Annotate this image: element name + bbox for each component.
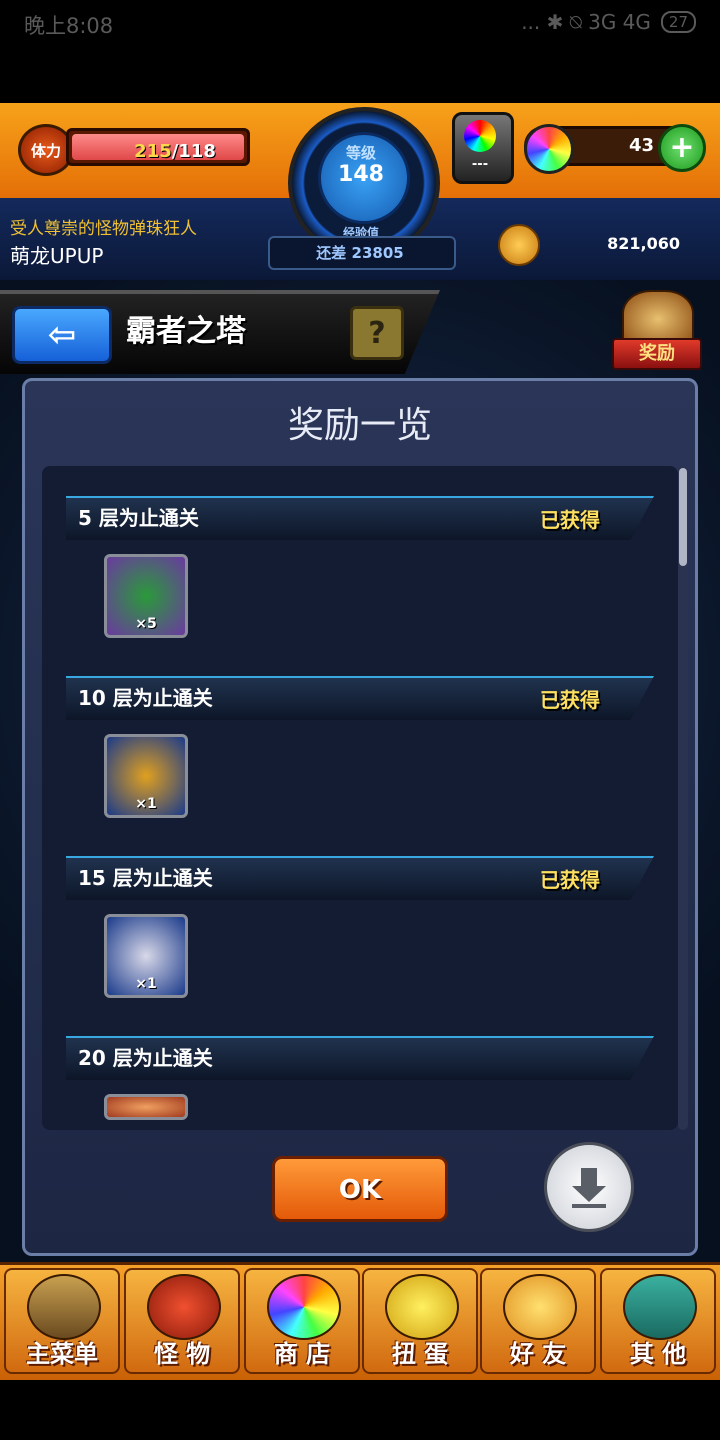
player-title: 受人尊崇的怪物弹珠狂人 [10, 219, 197, 239]
other-icon [623, 1274, 697, 1340]
main-menu-icon [27, 1274, 101, 1340]
friends-icon [503, 1274, 577, 1340]
gacha-icon [385, 1274, 459, 1340]
tab-label: 商 店 [273, 1340, 331, 1368]
reward-badge-button[interactable]: 奖励 [612, 290, 702, 372]
reward-item-icon[interactable] [104, 1094, 188, 1120]
reward-quantity: ×5 [135, 616, 157, 632]
reward-quantity: ×1 [135, 796, 157, 812]
reward-badge-label: 奖励 [612, 338, 702, 370]
orb-icon [524, 124, 574, 174]
status-bar: 晚上8:08 ... ✱ ⍉ 3G 4G 27 [0, 0, 720, 48]
player-name: 萌龙UPUP [10, 244, 104, 268]
coin-count: 821,060 [607, 234, 680, 253]
page-title: 霸者之塔 [126, 314, 246, 349]
stamina-current: 215 [134, 141, 172, 162]
level-label: 等级 [345, 144, 376, 162]
coin-icon [498, 224, 540, 266]
orb-count: 43 [628, 135, 654, 156]
rainbow-ball-icon [464, 120, 496, 152]
reward-row-label: 10 层为止通关 [78, 686, 213, 710]
scroll-thumb[interactable] [679, 468, 687, 566]
signal-indicators: ... ✱ ⍉ 3G 4G [521, 10, 651, 34]
reward-status-badge: 已获得 [540, 688, 600, 712]
system-bottom-bar [0, 1380, 720, 1440]
tab-label: 扭 蛋 [391, 1340, 449, 1368]
reward-row-label: 5 层为止通关 [78, 506, 199, 530]
back-button[interactable]: ⇦ [12, 306, 112, 364]
reward-status-badge: 已获得 [540, 508, 600, 532]
reward-row-label: 20 层为止通关 [78, 1046, 213, 1070]
reward-status-badge: 已获得 [540, 868, 600, 892]
ok-button[interactable]: OK [272, 1156, 448, 1222]
shop-icon [267, 1274, 341, 1340]
status-time: 晚上8:08 [24, 14, 114, 38]
download-arrow-icon [572, 1168, 606, 1208]
tab-label: 其 他 [629, 1340, 687, 1368]
help-button[interactable]: ? [350, 306, 404, 360]
reward-row-label: 15 层为止通关 [78, 866, 213, 890]
tab-label: 主菜单 [26, 1340, 98, 1368]
monster-icon [147, 1274, 221, 1340]
tab-label: 好 友 [509, 1340, 567, 1368]
dialog-title: 奖励一览 [287, 405, 432, 446]
battery-icon: 27 [660, 11, 696, 33]
stamina-max: /118 [171, 141, 216, 162]
reward-quantity: ×1 [135, 976, 157, 992]
stamina-value: 215/118 [110, 141, 240, 162]
status-indicators: ... ✱ ⍉ 3G 4G 27 [521, 10, 696, 34]
download-button[interactable] [544, 1142, 634, 1232]
add-orb-button[interactable]: + [658, 124, 706, 172]
exp-remaining: 还差 23805 [316, 244, 404, 262]
capsule-text: --- [471, 157, 489, 172]
tab-label: 怪 物 [153, 1340, 211, 1368]
level-value: 148 [338, 162, 384, 187]
